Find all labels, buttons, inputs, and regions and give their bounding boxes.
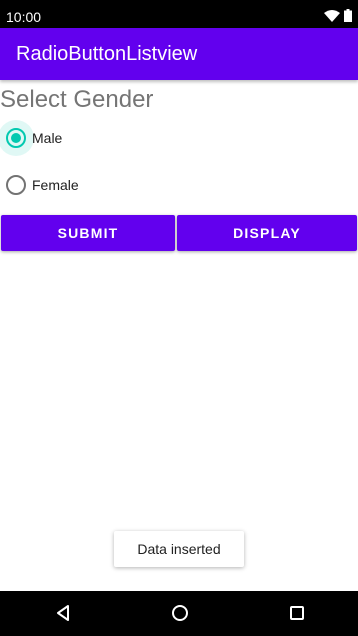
app-title: RadioButtonListview: [16, 43, 198, 65]
radio-label-male: Male: [32, 130, 63, 146]
status-icons: [324, 9, 352, 22]
status-time: 10:00: [6, 9, 42, 25]
toast-message: Data inserted: [114, 531, 244, 567]
radio-button-male[interactable]: [6, 128, 26, 148]
radio-button-female[interactable]: [6, 175, 26, 195]
battery-icon: [344, 9, 352, 22]
app-bar: RadioButtonListview: [0, 28, 358, 80]
display-button[interactable]: DISPLAY: [177, 215, 357, 251]
wifi-icon: [324, 9, 340, 22]
submit-button[interactable]: SUBMIT: [1, 215, 175, 251]
radio-option-female[interactable]: Female: [0, 161, 200, 209]
select-gender-heading: Select Gender: [0, 86, 154, 113]
back-icon[interactable]: [52, 601, 76, 625]
status-bar: 10:00: [0, 0, 358, 28]
radio-label-female: Female: [32, 177, 79, 193]
recent-apps-icon[interactable]: [285, 601, 309, 625]
navigation-bar: [0, 591, 358, 636]
radio-option-male[interactable]: Male: [0, 114, 200, 162]
home-icon[interactable]: [168, 601, 192, 625]
